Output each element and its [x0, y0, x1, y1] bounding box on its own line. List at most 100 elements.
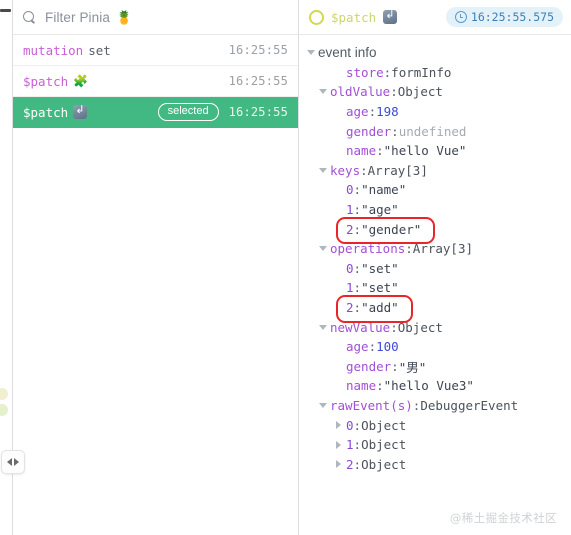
- chevron-right-icon[interactable]: [333, 441, 344, 449]
- tree-separator: :: [368, 104, 377, 120]
- chevron-down-icon[interactable]: [317, 89, 328, 94]
- tree-value: Object: [361, 437, 407, 453]
- tree-value: "add": [361, 300, 399, 316]
- chevron-right-icon[interactable]: [333, 421, 344, 429]
- tree-value: "age": [361, 202, 399, 218]
- event-detail-panel: $patch 16:25:55.575 event info store: fo…: [299, 0, 571, 535]
- tree-row: store: formInfo: [299, 63, 571, 83]
- tree-row: age: 198: [299, 102, 571, 122]
- list-item[interactable]: $patch 🧩 16:25:55: [13, 66, 298, 97]
- puzzle-piece-icon: 🧩: [73, 74, 89, 88]
- panel-collapse-toggle[interactable]: [1, 450, 25, 474]
- tree-row[interactable]: 1: Object: [299, 435, 571, 455]
- tree-separator: :: [383, 64, 392, 80]
- tree-value: "hello Vue": [383, 143, 467, 159]
- section-label: event info: [318, 45, 377, 61]
- pineapple-icon: 🍍: [115, 9, 133, 25]
- tree-row[interactable]: rawEvent(s): DebuggerEvent: [299, 396, 571, 416]
- event-list: mutation set 16:25:55 $patch 🧩 16:25:55 …: [13, 35, 298, 535]
- tree-row[interactable]: 0: Object: [299, 415, 571, 435]
- tree-key: oldValue: [330, 84, 391, 100]
- tree-key: 1: [346, 437, 354, 453]
- tree-separator: :: [353, 202, 362, 218]
- tree-value: Object: [361, 417, 407, 433]
- tree-separator: :: [360, 162, 368, 178]
- left-rail: [0, 0, 25, 535]
- tree-value: "set": [361, 280, 399, 296]
- chevron-right-icon[interactable]: [333, 460, 344, 468]
- tree-separator: :: [391, 123, 399, 139]
- chevron-right-icon: [14, 458, 19, 466]
- tree-separator: :: [390, 84, 398, 100]
- tree-row[interactable]: oldValue: Object: [299, 82, 571, 102]
- tree-key: age: [346, 339, 369, 355]
- list-item-selected[interactable]: $patch selected 16:25:55: [13, 97, 298, 128]
- tree-value: 100: [376, 339, 399, 355]
- patch-arrow-icon: [383, 10, 398, 24]
- tree-key: 2: [346, 221, 354, 237]
- detail-title: $patch: [331, 9, 377, 25]
- patch-arrow-icon: [73, 105, 88, 119]
- tree-row: 0: "set": [299, 259, 571, 279]
- tree-separator: :: [353, 300, 362, 316]
- tree-separator: :: [376, 378, 384, 394]
- tree-row[interactable]: newValue: Object: [299, 317, 571, 337]
- detail-header: $patch 16:25:55.575: [299, 0, 571, 35]
- search-icon: [23, 10, 36, 24]
- event-list-panel: Filter Pinia 🍍 mutation set 16:25:55 $pa…: [13, 0, 299, 535]
- tree-value: Object: [361, 456, 407, 472]
- tree-value: formInfo: [391, 64, 452, 80]
- tree-key: name: [346, 143, 377, 159]
- tree-value: "男": [398, 359, 427, 375]
- clock-icon: [454, 11, 467, 23]
- tree-key: newValue: [330, 319, 391, 335]
- tree-key: 1: [346, 280, 354, 296]
- tree-key: 2: [346, 300, 354, 316]
- tree-row: gender: "男": [299, 357, 571, 377]
- tree-separator: :: [405, 241, 413, 257]
- chevron-down-icon[interactable]: [317, 325, 328, 330]
- tree-separator: :: [390, 319, 398, 335]
- tree-separator: :: [353, 280, 362, 296]
- status-badge: selected: [157, 102, 219, 122]
- tree-separator: :: [353, 182, 362, 198]
- tree-row: name: "hello Vue": [299, 141, 571, 161]
- tree-value: Object: [397, 84, 443, 100]
- tree-separator: :: [368, 339, 377, 355]
- tree-section-event-info[interactable]: event info: [299, 43, 571, 63]
- tree-row[interactable]: 2: Object: [299, 454, 571, 474]
- tree-key: 0: [346, 417, 354, 433]
- timestamp-badge: 16:25:55.575: [445, 7, 563, 27]
- tree-row[interactable]: keys: Array[3]: [299, 161, 571, 181]
- ring-icon: [309, 9, 324, 25]
- chevron-left-icon: [7, 458, 12, 466]
- tree-value: "hello Vue3": [383, 378, 474, 394]
- tree-row: age: 100: [299, 337, 571, 357]
- tree-row: gender: undefined: [299, 121, 571, 141]
- event-type: mutation: [23, 42, 84, 58]
- timestamp-value: 16:25:55.575: [470, 10, 554, 24]
- list-item[interactable]: mutation set 16:25:55: [13, 35, 298, 66]
- chevron-down-icon[interactable]: [317, 168, 328, 173]
- tree-separator: :: [353, 260, 362, 276]
- tree-value: "name": [361, 182, 407, 198]
- tree-key: rawEvent(s): [330, 397, 413, 413]
- event-info-tree: event info store: formInfo oldValue: Obje…: [299, 35, 571, 535]
- tree-key: age: [346, 104, 369, 120]
- tree-row: 1: "set": [299, 278, 571, 298]
- tree-separator: :: [376, 143, 384, 159]
- tree-row[interactable]: operations: Array[3]: [299, 239, 571, 259]
- chevron-down-icon[interactable]: [305, 50, 316, 55]
- tree-value: undefined: [398, 123, 467, 139]
- tree-separator: :: [391, 358, 399, 374]
- chevron-down-icon[interactable]: [317, 246, 328, 251]
- watermark: @稀土掘金技术社区: [449, 511, 557, 525]
- tree-rows: store: formInfo oldValue: Object age: 198 g…: [299, 63, 571, 474]
- filter-bar[interactable]: Filter Pinia 🍍: [13, 0, 298, 35]
- rail-marker-1: [0, 388, 8, 400]
- chevron-down-icon[interactable]: [317, 403, 328, 408]
- tree-value: Object: [397, 319, 443, 335]
- filter-input[interactable]: Filter Pinia: [45, 10, 110, 25]
- tree-key: gender: [346, 358, 392, 374]
- tree-value: 198: [376, 104, 399, 120]
